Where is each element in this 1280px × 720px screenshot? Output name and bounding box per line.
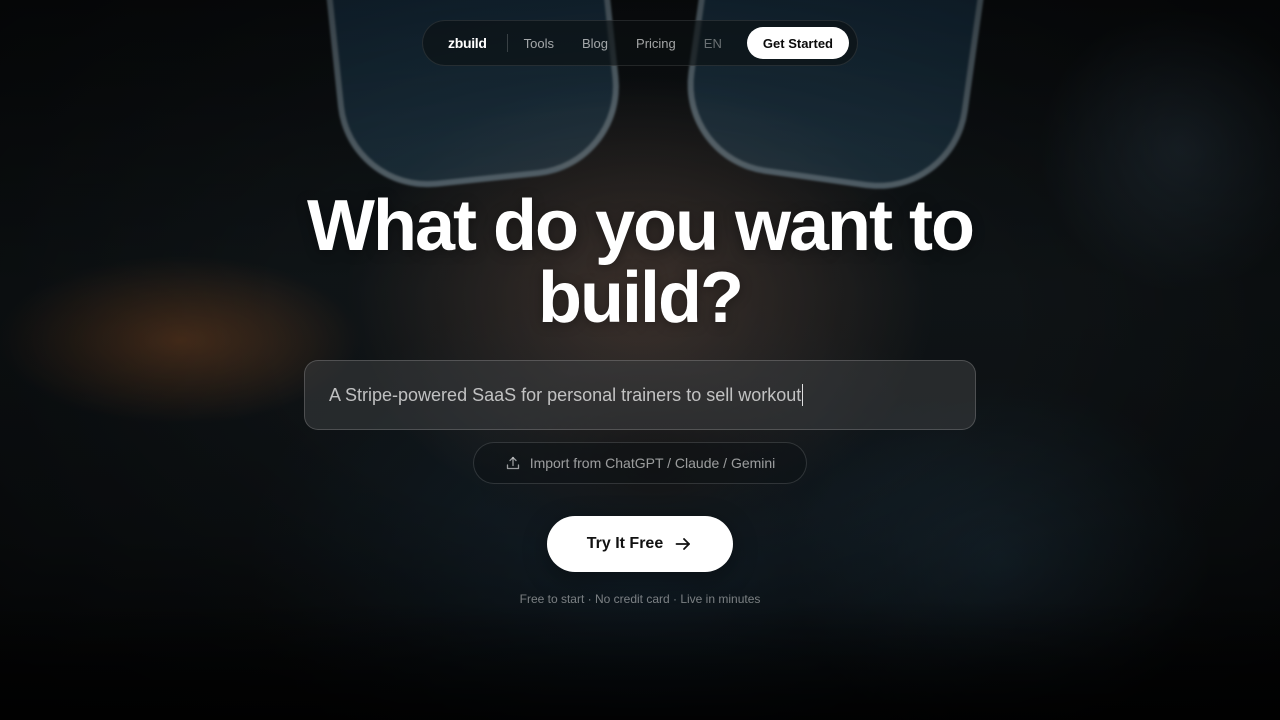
- landing-page: zbuild Tools Blog Pricing EN Get Started…: [0, 0, 1280, 720]
- try-it-free-button[interactable]: Try It Free: [547, 516, 733, 572]
- brand-logo[interactable]: zbuild: [448, 35, 487, 51]
- try-it-free-label: Try It Free: [586, 535, 664, 552]
- nav-link-tools[interactable]: Tools: [524, 36, 554, 51]
- top-navbar: zbuild Tools Blog Pricing EN Get Started: [422, 20, 858, 66]
- nav-divider: [506, 34, 508, 52]
- arrow-right-icon: [673, 534, 693, 554]
- get-started-button[interactable]: Get Started: [746, 27, 849, 59]
- prompt-input[interactable]: A Stripe-powered SaaS for personal train…: [304, 360, 976, 430]
- bottom-fade: [0, 600, 1280, 720]
- language-switcher[interactable]: EN: [704, 36, 722, 51]
- nav-link-blog[interactable]: Blog: [582, 36, 608, 51]
- text-caret: [802, 384, 804, 406]
- hero-title-line-1: What do you want to: [307, 186, 975, 266]
- upload-icon: [505, 455, 521, 471]
- nav-link-pricing[interactable]: Pricing: [636, 36, 676, 51]
- import-button[interactable]: Import from ChatGPT / Claude / Gemini: [473, 442, 807, 484]
- hero-title-line-2: build?: [538, 258, 744, 338]
- import-button-label: Import from ChatGPT / Claude / Gemini: [529, 455, 776, 471]
- prompt-input-value: A Stripe-powered SaaS for personal train…: [329, 384, 802, 405]
- hero-title: What do you want to build?: [240, 190, 1040, 334]
- footnote-text: Free to start · No credit card · Live in…: [519, 592, 761, 606]
